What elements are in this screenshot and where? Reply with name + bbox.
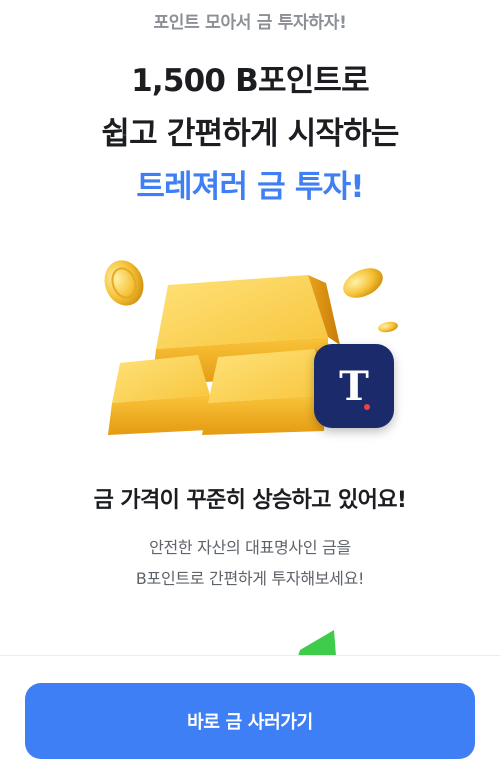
headline-line-3: 트레져러 금 투자! bbox=[136, 169, 364, 205]
treasurer-logo-icon: T bbox=[339, 362, 369, 410]
green-flag-icon bbox=[298, 630, 336, 656]
buy-gold-button[interactable]: 바로 금 사러가기 bbox=[25, 683, 475, 759]
coin-icon bbox=[343, 268, 383, 298]
coin-icon bbox=[104, 260, 144, 306]
description-line-1: 안전한 자산의 대표명사인 금을 bbox=[149, 538, 351, 557]
headline-line-1: 1,500 B포인트로 bbox=[131, 63, 370, 99]
info-description: 안전한 자산의 대표명사인 금을 B포인트로 간편하게 투자해보세요! bbox=[0, 532, 500, 594]
headline-line-2: 쉽고 간편하게 시작하는 bbox=[101, 116, 399, 152]
promo-headline: 1,500 B포인트로 쉽고 간편하게 시작하는 트레져러 금 투자! bbox=[0, 55, 500, 214]
coin-icon bbox=[378, 321, 398, 333]
logo-dot bbox=[364, 404, 370, 410]
description-line-2: B포인트로 간편하게 투자해보세요! bbox=[135, 569, 365, 588]
info-title: 금 가격이 꾸준히 상승하고 있어요! bbox=[93, 488, 407, 513]
eyebrow-text: 포인트 모아서 금 투자하자! bbox=[153, 13, 347, 33]
treasurer-logo-badge: T bbox=[314, 344, 394, 428]
